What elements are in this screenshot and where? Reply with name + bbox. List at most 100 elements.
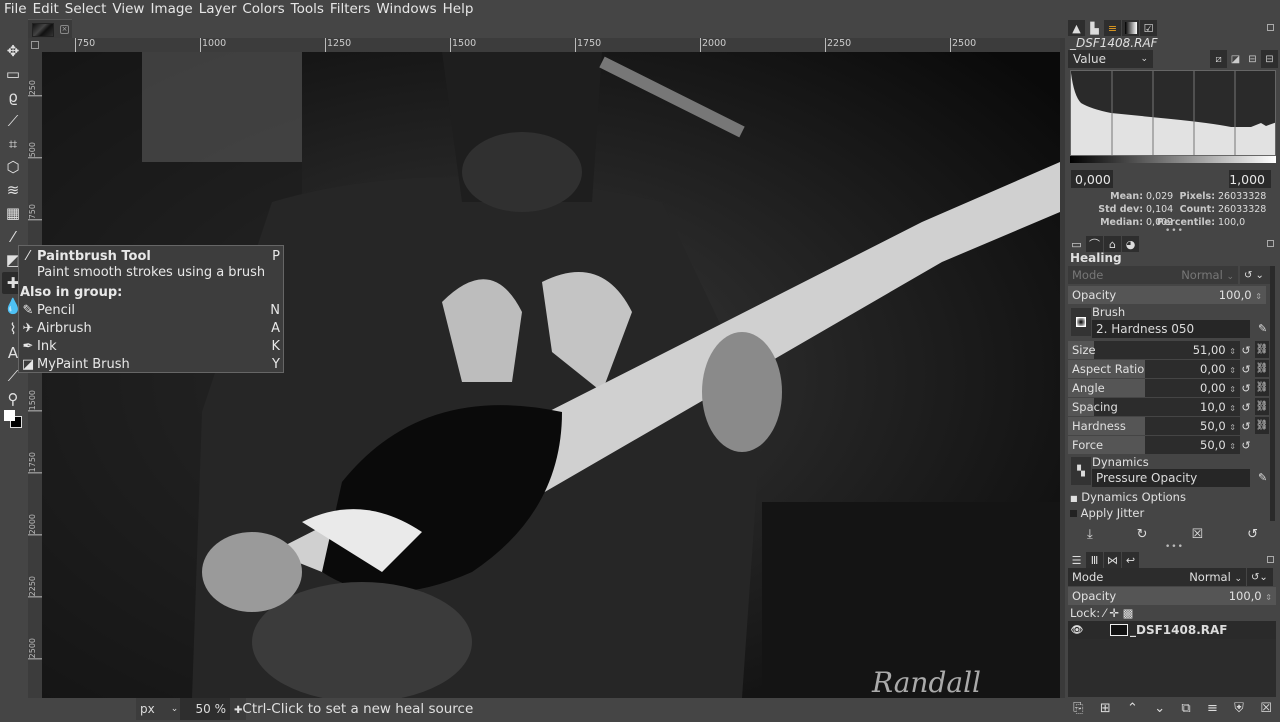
fuzzy-select-tool[interactable]: ⟋ xyxy=(2,110,24,132)
link-to-brush-icon[interactable]: ⛓ xyxy=(1255,379,1269,396)
log-histogram-button[interactable]: ◪ xyxy=(1227,50,1244,68)
histogram-gradient-bar[interactable] xyxy=(1070,156,1276,163)
dock-menu-icon[interactable] xyxy=(1267,24,1274,31)
menu-colors[interactable]: Colors xyxy=(239,0,287,19)
tab-paths[interactable]: ⋈ xyxy=(1104,552,1121,568)
lock-pixels-icon[interactable]: ⁄ xyxy=(1104,606,1106,620)
foreground-color-swatch[interactable] xyxy=(4,410,15,421)
tab-device-status[interactable]: ☑ xyxy=(1140,20,1157,36)
tool-options-scrollbar[interactable] xyxy=(1270,266,1275,521)
tab-palettes[interactable]: ≡ xyxy=(1104,20,1121,36)
menu-windows[interactable]: Windows xyxy=(373,0,439,19)
menu-select[interactable]: Select xyxy=(62,0,110,19)
menu-image[interactable]: Image xyxy=(147,0,195,19)
transform-tool[interactable]: ⬡ xyxy=(2,156,24,178)
edit-brush-icon[interactable]: ✎ xyxy=(1258,322,1267,335)
lock-position-icon[interactable]: ✛ xyxy=(1109,606,1119,620)
size-slider[interactable]: Size 51,00 ⇕ xyxy=(1068,341,1240,359)
reset-icon[interactable]: ↺ xyxy=(1239,380,1253,396)
link-to-brush-icon[interactable]: ⛓ xyxy=(1255,341,1269,358)
tab-brushes[interactable]: ⌒ xyxy=(1086,236,1103,252)
quick-mask-toggle[interactable] xyxy=(28,38,42,52)
lock-alpha-icon[interactable]: ▩ xyxy=(1123,606,1134,620)
eye-icon[interactable]: 👁 xyxy=(1068,625,1086,636)
tab-tool-options[interactable]: ▭ xyxy=(1068,236,1085,252)
tab-tool-presets[interactable]: ▲ xyxy=(1068,20,1085,36)
fg-bg-colors[interactable] xyxy=(2,408,24,430)
layer-row[interactable]: 👁 _DSF1408.RAF xyxy=(1068,621,1276,639)
dock-resize-grip[interactable]: ••• xyxy=(1165,226,1184,236)
link-to-brush-icon[interactable]: ⛓ xyxy=(1255,360,1269,377)
layer-composite-button[interactable]: ↺⌄ xyxy=(1247,568,1273,586)
duplicate-layer-icon[interactable]: ⧉ xyxy=(1181,701,1190,716)
reset-icon[interactable]: ↺ xyxy=(1239,361,1253,377)
reset-icon[interactable]: ↺ xyxy=(1247,527,1258,542)
dynamics-preview[interactable]: ▚ xyxy=(1071,457,1091,485)
reset-icon[interactable]: ↺ xyxy=(1239,342,1253,358)
menu-layer[interactable]: Layer xyxy=(196,0,240,19)
tab-gradients[interactable] xyxy=(1122,20,1139,36)
apply-jitter-checkbox[interactable]: Apply Jitter xyxy=(1070,506,1144,520)
range-min-input[interactable]: 0,000 xyxy=(1071,170,1113,188)
gradient-tool[interactable]: ▦ xyxy=(2,202,24,224)
menu-edit[interactable]: Edit xyxy=(30,0,62,19)
dynamics-name-field[interactable]: Pressure Opacity xyxy=(1092,469,1250,487)
dock-resize-grip[interactable]: ••• xyxy=(1165,542,1184,552)
dynamics-options-expander[interactable]: ■ Dynamics Options xyxy=(1070,490,1186,504)
lower-layer-icon[interactable]: ⌄ xyxy=(1154,701,1165,716)
mode-select[interactable]: Mode Normal ⌄ xyxy=(1068,266,1238,284)
layer-mode-select[interactable]: Mode Normal ⌄ xyxy=(1068,568,1246,586)
warp-tool[interactable]: ≋ xyxy=(2,179,24,201)
edit-dynamics-icon[interactable]: ✎ xyxy=(1258,471,1267,484)
hardness-slider[interactable]: Hardness 50,0 ⇕ xyxy=(1068,417,1240,435)
mode-reset-button[interactable]: ↺ ⌄ xyxy=(1240,266,1270,284)
tab-histogram[interactable]: ▙ xyxy=(1086,20,1103,36)
histogram-view-a-button[interactable]: ⊟ xyxy=(1244,50,1261,68)
delete-preset-icon[interactable]: ☒ xyxy=(1192,527,1204,542)
histogram-channel-select[interactable]: Value ⌄ xyxy=(1068,50,1153,68)
zoom-selector[interactable]: 50 % xyxy=(180,698,230,720)
new-layer-icon[interactable]: ⎘ xyxy=(1073,701,1083,716)
save-preset-icon[interactable]: ⤓ xyxy=(1087,527,1093,542)
layer-mask-icon[interactable]: ⛨ xyxy=(1234,701,1244,716)
move-tool[interactable]: ✥ xyxy=(2,40,24,62)
rect-select-tool[interactable]: ▭ xyxy=(2,63,24,85)
menu-file[interactable]: File xyxy=(0,0,30,19)
tab-undo-history[interactable]: ↩ xyxy=(1122,552,1139,568)
layer-opacity-slider[interactable]: Opacity 100,0 ⇕ xyxy=(1068,587,1276,605)
force-slider[interactable]: Force 50,0 ⇕ xyxy=(1068,436,1240,454)
tab-patterns[interactable]: ⌂ xyxy=(1104,236,1121,252)
histogram-view-b-button[interactable]: ⊟ xyxy=(1261,50,1278,68)
linear-histogram-button[interactable]: ⧄ xyxy=(1210,50,1227,68)
menu-view[interactable]: View xyxy=(109,0,147,19)
link-to-brush-icon[interactable]: ⛓ xyxy=(1255,398,1269,415)
menu-filters[interactable]: Filters xyxy=(327,0,373,19)
crop-tool[interactable]: ⌗ xyxy=(2,133,24,155)
tab-channels[interactable]: Ⅲ xyxy=(1086,552,1103,568)
menu-tools[interactable]: Tools xyxy=(288,0,327,19)
close-icon[interactable]: × xyxy=(60,25,69,34)
reset-icon[interactable]: ↺ xyxy=(1239,418,1253,434)
free-select-tool[interactable]: ϱ xyxy=(2,86,24,108)
brush-preview[interactable] xyxy=(1071,308,1091,336)
new-layer-group-icon[interactable]: ⊞ xyxy=(1100,701,1111,716)
dock-menu-icon[interactable] xyxy=(1267,556,1274,563)
link-to-brush-icon[interactable]: ⛓ xyxy=(1255,417,1269,434)
menu-help[interactable]: Help xyxy=(440,0,477,19)
delete-layer-icon[interactable]: ☒ xyxy=(1260,701,1272,716)
tab-layers[interactable]: ☰ xyxy=(1068,552,1085,568)
angle-slider[interactable]: Angle 0,00 ⇕ xyxy=(1068,379,1240,397)
spacing-slider[interactable]: Spacing 10,0 ⇕ xyxy=(1068,398,1240,416)
aspect-ratio-slider[interactable]: Aspect Ratio 0,00 ⇕ xyxy=(1068,360,1240,378)
image-canvas[interactable]: Randall xyxy=(42,52,1060,698)
raise-layer-icon[interactable]: ⌃ xyxy=(1127,701,1138,716)
range-max-input[interactable]: 1,000 xyxy=(1229,170,1271,188)
merge-layer-icon[interactable]: ≡ xyxy=(1207,701,1218,716)
reset-icon[interactable]: ↺ xyxy=(1239,437,1253,453)
zoom-tool[interactable]: ⚲ xyxy=(2,388,24,410)
dock-menu-icon[interactable] xyxy=(1267,240,1274,247)
restore-preset-icon[interactable]: ↻ xyxy=(1137,527,1148,542)
tab-fonts[interactable]: ◕ xyxy=(1122,236,1139,252)
image-tab[interactable]: × xyxy=(28,19,72,39)
reset-icon[interactable]: ↺ xyxy=(1239,399,1253,415)
